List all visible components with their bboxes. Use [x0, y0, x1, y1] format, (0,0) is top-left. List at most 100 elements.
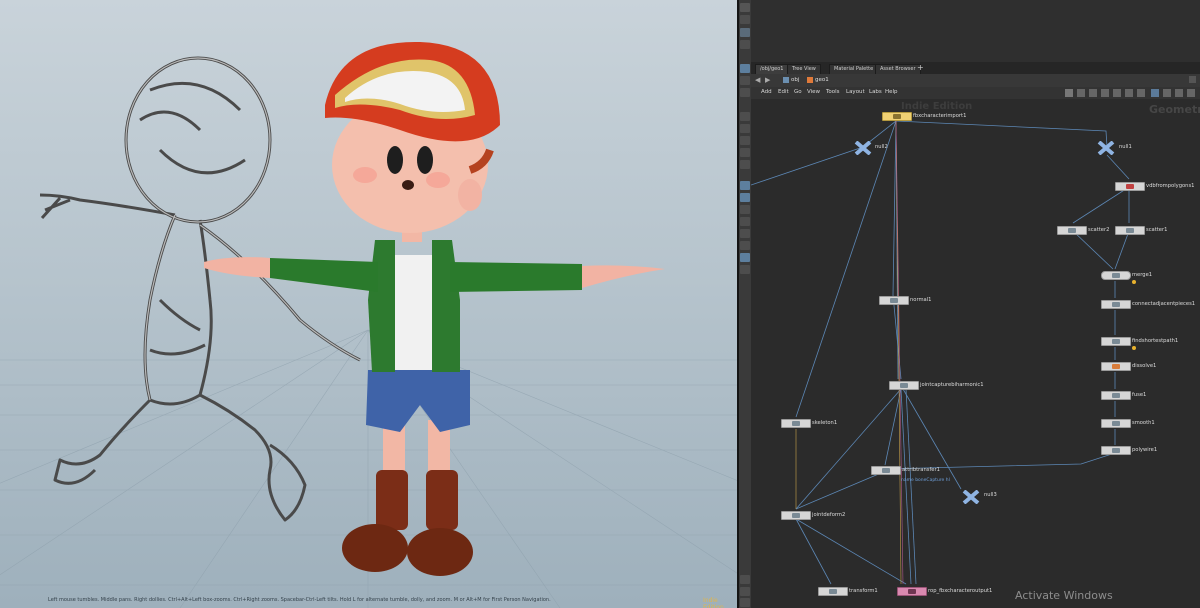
node-label-null1: null1 [1119, 144, 1132, 150]
wireframe-figure [39, 56, 361, 522]
layout-icon[interactable] [1077, 89, 1085, 97]
node-dissolve1[interactable] [1101, 362, 1131, 371]
node-label-transform1: transform1 [849, 588, 878, 594]
network-toolbar [739, 0, 751, 608]
forward-icon[interactable]: ▶ [765, 76, 770, 84]
scene-viewport[interactable]: Left mouse tumbles. Middle pans. Right d… [0, 0, 737, 608]
node-label-vdbfrompolygons1: vdbfrompolygons1 [1146, 183, 1195, 189]
path-geo[interactable]: geo1 [815, 77, 829, 83]
node-label-connectadjacentpieces1: connectadjacentpieces1 [1132, 301, 1196, 307]
node-label-normal1: normal1 [910, 297, 932, 303]
pane-tab-bar: /obj/geo1 Tree View Material Palette Ass… [751, 62, 1200, 76]
node-graph[interactable]: Indie Edition Geometry [751, 99, 1200, 608]
ghost-icon[interactable] [740, 241, 750, 250]
node-merge1[interactable] [1101, 271, 1131, 280]
shading-icon[interactable] [740, 253, 750, 262]
menu-edit[interactable]: Edit [778, 89, 789, 95]
rotate-icon[interactable] [740, 136, 750, 145]
node-label-scatter2: scatter2 [1088, 227, 1110, 233]
node-label-scatter1: scatter1 [1146, 227, 1168, 233]
path-obj[interactable]: obj [791, 77, 799, 83]
note-icon[interactable] [1101, 89, 1109, 97]
menu-layout[interactable]: Layout [846, 89, 865, 95]
menu-add[interactable]: Add [761, 89, 772, 95]
activate-windows-watermark: Activate Windows [1015, 589, 1113, 602]
node-polywire1[interactable] [1101, 446, 1131, 455]
character-model [204, 41, 665, 576]
node-label-polywire1: polywire1 [1132, 447, 1158, 453]
shape-icon[interactable] [1175, 89, 1183, 97]
view-icon[interactable] [740, 88, 750, 97]
vertices-icon[interactable] [740, 217, 750, 226]
grid-toggle-icon[interactable] [1089, 89, 1097, 97]
node-label-skeleton1: skeleton1 [812, 420, 838, 426]
warning-icon[interactable] [1132, 280, 1136, 284]
node-connectadjacentpieces1[interactable] [1101, 300, 1131, 309]
primitives-icon[interactable] [740, 205, 750, 214]
render-icon[interactable] [740, 265, 750, 274]
handle-icon[interactable] [740, 160, 750, 169]
node-label-jointdeform2: jointdeform2 [812, 512, 846, 518]
node-fbxcharacterimport1[interactable] [882, 112, 912, 121]
menu-view[interactable]: View [807, 89, 820, 95]
edges-icon[interactable] [740, 193, 750, 202]
node-findshortestpath1[interactable] [1101, 337, 1131, 346]
node-label-findshortestpath1: findshortestpath1 [1132, 338, 1179, 344]
node-label-merge1: merge1 [1132, 272, 1153, 278]
node-label-null3: null3 [984, 492, 997, 498]
node-rop-fbxcharacteroutput1[interactable] [897, 587, 927, 596]
move-icon[interactable] [740, 124, 750, 133]
node-fuse1[interactable] [1101, 391, 1131, 400]
scale-icon[interactable] [740, 148, 750, 157]
node-label-null2: null2 [875, 144, 888, 150]
camera-lock-icon[interactable] [740, 575, 750, 584]
points-icon[interactable] [740, 181, 750, 190]
light-icon[interactable] [740, 28, 750, 37]
node-null2[interactable] [854, 140, 872, 156]
node-normal1[interactable] [879, 296, 909, 305]
node-attribtransfer1[interactable] [871, 466, 901, 475]
flag-icon[interactable] [1137, 89, 1145, 97]
wrench-icon[interactable] [1065, 89, 1073, 97]
node-label-fbxcharacterimport1: fbxcharacterimport1 [913, 113, 967, 119]
node-jointcapturebiharmonic1[interactable] [889, 381, 919, 390]
node-scatter1[interactable] [1115, 226, 1145, 235]
add-tab-icon[interactable]: + [917, 63, 924, 72]
node-null3[interactable] [962, 489, 980, 505]
network-menu-bar: Add Edit Go View Tools Layout Labs Help [751, 87, 1200, 99]
node-null1[interactable] [1097, 140, 1115, 156]
node-attribtransfer1-parms: name boneCapture hl [901, 478, 950, 483]
breadcrumb: ◀ ▶ obj geo1 [751, 74, 1200, 88]
frame-icon[interactable] [740, 598, 750, 607]
wireframe-icon[interactable] [740, 15, 750, 24]
menu-labs[interactable]: Labs [869, 89, 882, 95]
warning-icon[interactable] [1132, 346, 1136, 350]
normals-icon[interactable] [740, 229, 750, 238]
grid-icon[interactable] [740, 76, 750, 85]
node-label-dissolve1: dissolve1 [1132, 363, 1157, 369]
node-scatter2[interactable] [1057, 226, 1087, 235]
network-box-icon[interactable] [1151, 89, 1159, 97]
snap-icon[interactable] [740, 64, 750, 73]
node-smooth1[interactable] [1101, 419, 1131, 428]
menu-tools[interactable]: Tools [826, 89, 840, 95]
sticky-icon[interactable] [1113, 89, 1121, 97]
home-icon[interactable] [740, 587, 750, 596]
frame-nodes-icon[interactable] [1125, 89, 1133, 97]
node-wires [751, 120, 1130, 585]
color-icon[interactable] [1163, 89, 1171, 97]
node-label-fuse1: fuse1 [1132, 392, 1147, 398]
camera-icon[interactable] [740, 40, 750, 49]
node-skeleton1[interactable] [781, 419, 811, 428]
select-icon[interactable] [740, 112, 750, 121]
node-jointdeform2[interactable] [781, 511, 811, 520]
node-transform1[interactable] [818, 587, 848, 596]
menu-help[interactable]: Help [885, 89, 898, 95]
menu-go[interactable]: Go [794, 89, 802, 95]
help-icon[interactable] [1187, 89, 1195, 97]
node-label-jointcapturebiharmonic1: jointcapturebiharmonic1 [920, 382, 984, 388]
back-icon[interactable]: ◀ [755, 76, 760, 84]
pin-icon[interactable] [1189, 76, 1196, 83]
display-icon[interactable] [740, 3, 750, 12]
node-vdbfrompolygons1[interactable] [1115, 182, 1145, 191]
